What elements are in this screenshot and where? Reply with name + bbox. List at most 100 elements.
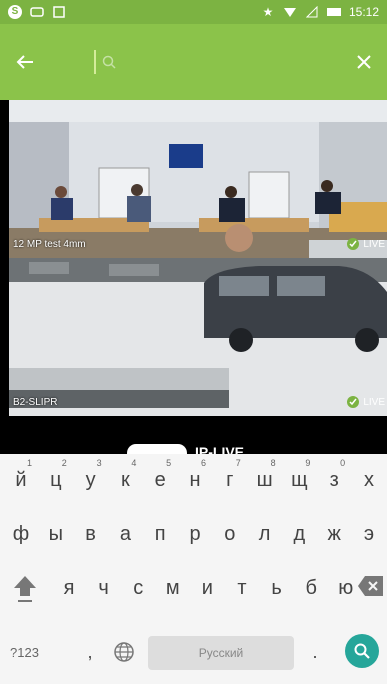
live-label: LIVE	[363, 238, 385, 250]
key-char: х	[364, 468, 374, 491]
camera-tile[interactable]: B2-SLIPR LIVE	[9, 258, 387, 416]
period-key[interactable]: .	[305, 626, 325, 678]
key-char: е	[154, 468, 166, 491]
search-input[interactable]	[122, 53, 331, 71]
status-bar: S ★ 15:12	[0, 0, 387, 24]
message-icon	[30, 6, 44, 18]
clear-search-button[interactable]	[331, 42, 371, 82]
letter-key[interactable]: в	[72, 508, 110, 560]
letter-key[interactable]: ж	[315, 508, 353, 560]
key-char: з	[329, 468, 339, 491]
search-icon	[354, 643, 370, 659]
camera-name: 12 MP test 4mm	[13, 239, 86, 250]
letter-key[interactable]: б	[292, 562, 330, 614]
letter-key[interactable]: п	[141, 508, 179, 560]
star-icon: ★	[262, 5, 274, 19]
checkmark-icon	[347, 238, 360, 250]
skype-icon: S	[8, 5, 22, 19]
key-hint: 7	[235, 458, 241, 468]
promo-strip: IP-LIVE	[9, 416, 387, 454]
key-hint: 3	[96, 458, 102, 468]
key-char: щ	[291, 468, 308, 491]
soft-keyboard: й1ц2у3к4е5н6г7ш8щ9з0х фывапролджэ ячсмит…	[0, 454, 387, 684]
letter-key[interactable]: м	[154, 562, 192, 614]
letter-key[interactable]: х	[350, 454, 387, 506]
search-action-key[interactable]	[345, 634, 379, 668]
letter-key[interactable]: с	[119, 562, 157, 614]
camera-feed-parking	[9, 258, 387, 416]
letter-key[interactable]: у3	[72, 454, 110, 506]
keyboard-row-1: й1ц2у3к4е5н6г7ш8щ9з0х	[0, 454, 387, 506]
battery-icon	[326, 6, 341, 18]
letter-key[interactable]: ш8	[246, 454, 284, 506]
keyboard-row-4: ?123 , Русский .	[0, 626, 387, 678]
letter-key[interactable]: ы	[37, 508, 75, 560]
search-toolbar	[0, 24, 387, 100]
letter-key[interactable]: э	[350, 508, 387, 560]
letter-key[interactable]: р	[176, 508, 214, 560]
symbols-key[interactable]: ?123	[10, 626, 39, 678]
keyboard-row-2: фывапролджэ	[0, 508, 387, 560]
key-char: ш	[256, 468, 273, 491]
letter-key[interactable]: ц2	[37, 454, 75, 506]
key-hint: 0	[340, 458, 346, 468]
promo-text: IP-LIVE	[195, 444, 245, 454]
camera-name: B2-SLIPR	[13, 397, 58, 408]
clock: 15:12	[348, 5, 379, 19]
key-hint: 9	[305, 458, 311, 468]
key-hint: 1	[26, 458, 32, 468]
letter-key[interactable]: н6	[176, 454, 214, 506]
letter-key[interactable]: й1	[2, 454, 40, 506]
text-cursor	[94, 50, 96, 74]
keyboard-row-3: ячсмитьбю	[0, 562, 387, 614]
key-hint: 2	[61, 458, 67, 468]
letter-key[interactable]: ю	[327, 562, 365, 614]
key-char: н	[189, 468, 201, 491]
space-key[interactable]: Русский	[148, 636, 294, 670]
back-button[interactable]	[16, 42, 56, 82]
letter-key[interactable]: щ9	[280, 454, 318, 506]
letter-key[interactable]: д	[280, 508, 318, 560]
letter-key[interactable]: з0	[315, 454, 353, 506]
key-hint: 8	[270, 458, 276, 468]
signal-icon	[305, 6, 319, 18]
comma-key[interactable]: ,	[80, 626, 100, 678]
letter-key[interactable]: о	[211, 508, 249, 560]
key-char: й	[15, 468, 27, 491]
letter-key[interactable]: я	[50, 562, 88, 614]
close-icon	[357, 55, 371, 69]
letter-key[interactable]: е5	[141, 454, 179, 506]
key-char: у	[85, 468, 96, 491]
key-hint: 5	[166, 458, 172, 468]
live-label: LIVE	[363, 396, 385, 408]
letter-key[interactable]: ь	[258, 562, 296, 614]
camera-feed-office	[9, 100, 387, 258]
image-icon	[52, 6, 66, 18]
shift-key[interactable]	[10, 572, 40, 604]
language-key[interactable]	[110, 638, 138, 666]
checkmark-icon	[347, 396, 360, 408]
key-hint: 4	[131, 458, 137, 468]
letter-key[interactable]: к4	[106, 454, 144, 506]
key-hint: 6	[200, 458, 206, 468]
letter-key[interactable]: ф	[2, 508, 40, 560]
letter-key[interactable]: а	[106, 508, 144, 560]
key-char: к	[121, 468, 130, 491]
key-char: г	[226, 468, 234, 491]
live-badge: LIVE	[347, 238, 385, 250]
globe-icon	[114, 642, 134, 662]
live-badge: LIVE	[347, 396, 385, 408]
letter-key[interactable]: г7	[211, 454, 249, 506]
camera-tile[interactable]: 12 MP test 4mm LIVE	[9, 100, 387, 258]
key-char: ц	[50, 468, 62, 491]
search-icon	[102, 55, 116, 69]
letter-key[interactable]: л	[246, 508, 284, 560]
search-area	[94, 42, 331, 82]
shift-icon	[14, 576, 36, 602]
letter-key[interactable]: ч	[85, 562, 123, 614]
promo-logo	[127, 444, 187, 454]
arrow-left-icon	[16, 55, 33, 69]
wifi-icon	[283, 6, 297, 18]
letter-key[interactable]: и	[188, 562, 226, 614]
letter-key[interactable]: т	[223, 562, 261, 614]
